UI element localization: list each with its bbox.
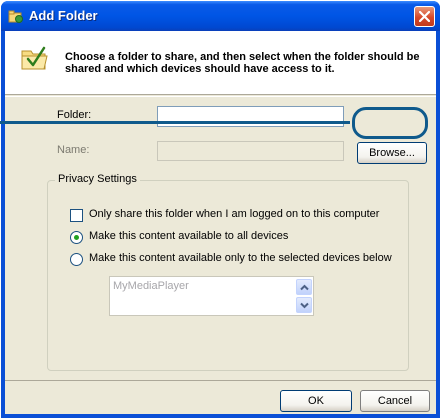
name-label: Name: [57, 144, 90, 156]
privacy-settings-title: Privacy Settings [55, 173, 140, 185]
browse-callout-highlight [352, 107, 428, 139]
scroll-up-button[interactable] [296, 279, 312, 295]
only-share-checkbox[interactable] [70, 209, 83, 222]
folder-label: Folder: [57, 109, 92, 121]
cancel-button[interactable]: Cancel [360, 390, 430, 412]
add-folder-dialog: Add Folder Choose a folder to share, and… [1, 1, 440, 418]
ok-button-label: OK [308, 395, 324, 407]
chevron-down-icon [300, 302, 309, 309]
all-devices-label: Make this content available to all devic… [89, 230, 289, 242]
close-icon [419, 11, 430, 22]
header-instructions: Choose a folder to share, and then selec… [65, 51, 420, 75]
browse-button-label: Browse... [369, 147, 415, 159]
title-bar[interactable]: Add Folder [1, 1, 440, 31]
selected-devices-label: Make this content available only to the … [89, 252, 392, 264]
device-item[interactable]: MyMediaPlayer [113, 280, 189, 292]
all-devices-radio[interactable] [70, 231, 83, 244]
selected-devices-radio[interactable] [70, 253, 83, 266]
name-input[interactable] [157, 141, 344, 161]
cancel-button-label: Cancel [377, 395, 413, 407]
close-button[interactable] [414, 6, 435, 27]
devices-listbox[interactable]: MyMediaPlayer [109, 276, 314, 316]
chevron-up-icon [300, 284, 309, 291]
folder-checkmark-icon [21, 46, 48, 70]
header-divider [5, 96, 436, 97]
footer-divider [5, 380, 436, 381]
callout-line [0, 121, 350, 124]
ok-button[interactable]: OK [280, 390, 352, 412]
dialog-body: Choose a folder to share, and then selec… [5, 31, 436, 414]
window-title: Add Folder [29, 8, 98, 23]
scroll-down-button[interactable] [296, 297, 312, 313]
folder-share-icon [8, 10, 23, 23]
only-share-label: Only share this folder when I am logged … [89, 208, 380, 220]
dialog-header: Choose a folder to share, and then selec… [5, 31, 436, 95]
radio-selected-dot [74, 235, 79, 240]
browse-button[interactable]: Browse... [357, 142, 427, 164]
